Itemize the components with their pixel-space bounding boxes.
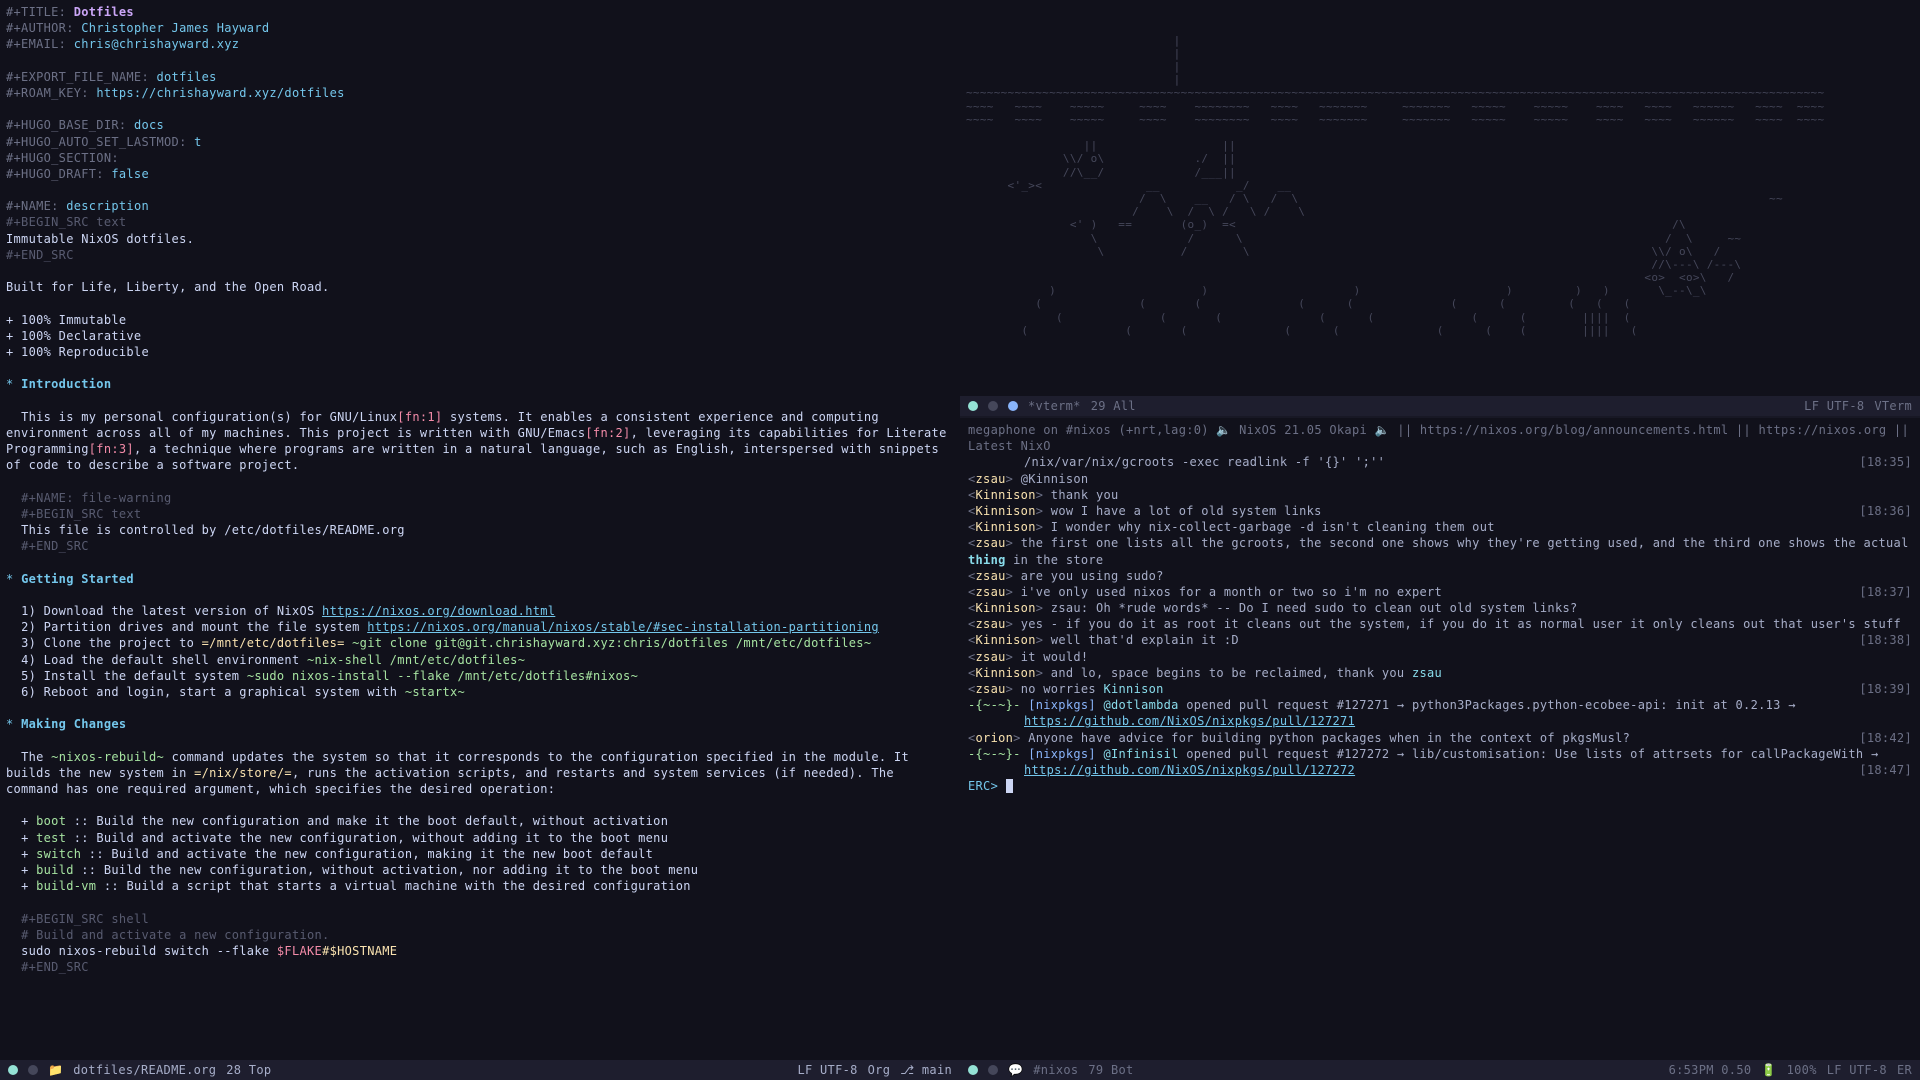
irc-message: <Kinnison> and lo, space begins to be re…: [966, 665, 1914, 681]
major-mode: ER: [1897, 1062, 1912, 1078]
irc-message: <zsau> i've only used nixos for a month …: [966, 584, 1914, 600]
footnote-3[interactable]: [fn:3]: [89, 442, 134, 456]
encoding: LF UTF-8: [797, 1062, 857, 1078]
org-header: #+TITLE: Dotfiles #+AUTHOR: Christopher …: [6, 4, 954, 975]
erc-prompt: ERC>: [968, 779, 998, 793]
modeline-state-icon: [8, 1065, 18, 1075]
erc-prompt-line[interactable]: ERC>: [966, 778, 1914, 794]
footnote-1[interactable]: [fn:1]: [397, 410, 442, 424]
irc-message: <zsau> are you using sudo?: [966, 568, 1914, 584]
irc-topic-cont: /nix/var/nix/gcroots -exec readlink -f '…: [966, 454, 1914, 470]
modeline-state-icon: [968, 1065, 978, 1075]
modeline-modified-icon: [988, 1065, 998, 1075]
irc-message: <Kinnison> zsau: Oh *rude words* -- Do I…: [966, 600, 1914, 616]
link-nixos-download[interactable]: https://nixos.org/download.html: [322, 604, 555, 618]
erc-buffer[interactable]: megaphone on #nixos (+nrt,lag:0) 🔈 NixOS…: [960, 418, 1920, 1060]
clock: 6:53PM 0.50: [1669, 1062, 1752, 1078]
vterm-buffer[interactable]: | | | | ~~~~~~~~~~~~~~~~~~~~~~~~~~~~~~~~…: [960, 0, 1920, 396]
buffer-name: #nixos: [1033, 1062, 1078, 1078]
modeline-erc[interactable]: 💬 #nixos 79 Bot 6:53PM 0.50 🔋 100% LF UT…: [960, 1060, 1920, 1080]
vterm-pane: | | | | ~~~~~~~~~~~~~~~~~~~~~~~~~~~~~~~~…: [960, 0, 1920, 418]
folder-icon: 📁: [48, 1062, 63, 1078]
major-mode: VTerm: [1874, 398, 1912, 414]
irc-message: <Kinnison> well that'd explain it :D[18:…: [966, 632, 1914, 648]
irc-pr-link: https://github.com/NixOS/nixpkgs/pull/12…: [966, 762, 1914, 778]
cursor: [1006, 779, 1014, 793]
buffer-position: 28 Top: [226, 1062, 271, 1078]
lock-icon: [1008, 401, 1018, 411]
link-pr1[interactable]: https://github.com/NixOS/nixpkgs/pull/12…: [1024, 714, 1355, 728]
irc-topic: megaphone on #nixos (+nrt,lag:0) 🔈 NixOS…: [966, 422, 1914, 454]
irc-message: <Kinnison> wow I have a lot of old syste…: [966, 503, 1914, 519]
irc-message: <zsau> yes - if you do it as root it cle…: [966, 616, 1914, 632]
buffer-name: dotfiles/README.org: [73, 1062, 216, 1078]
irc-pr-notice: -{~-~}- [nixpkgs] @Infinisil opened pull…: [966, 746, 1914, 762]
modeline-editor[interactable]: 📁 dotfiles/README.org 28 Top LF UTF-8 Or…: [0, 1060, 960, 1080]
irc-message: <Kinnison> thank you: [966, 487, 1914, 503]
battery-icon: 🔋: [1761, 1062, 1776, 1078]
git-branch: main: [900, 1062, 952, 1078]
heading-making-changes[interactable]: Making Changes: [21, 717, 126, 731]
modeline-modified-icon: [28, 1065, 38, 1075]
irc-message: <zsau> @Kinnison: [966, 471, 1914, 487]
buffer-position: 29 All: [1091, 398, 1136, 414]
irc-pr-notice: -{~-~}- [nixpkgs] @dotlambda opened pull…: [966, 697, 1914, 713]
encoding: LF UTF-8: [1804, 398, 1864, 414]
org-buffer[interactable]: #+TITLE: Dotfiles #+AUTHOR: Christopher …: [0, 0, 960, 1060]
heading-introduction[interactable]: Introduction: [21, 377, 111, 391]
battery-pct: 100%: [1787, 1062, 1817, 1078]
irc-message: <Kinnison> I wonder why nix-collect-garb…: [966, 519, 1914, 535]
heading-getting-started[interactable]: Getting Started: [21, 572, 134, 586]
modeline-modified-icon: [988, 401, 998, 411]
encoding: LF UTF-8: [1827, 1062, 1887, 1078]
irc-message: <zsau> it would!: [966, 649, 1914, 665]
link-nixos-partition[interactable]: https://nixos.org/manual/nixos/stable/#s…: [367, 620, 879, 634]
major-mode: Org: [868, 1062, 891, 1078]
buffer-position: 79 Bot: [1088, 1062, 1133, 1078]
buffer-name: *vterm*: [1028, 398, 1081, 414]
ascii-art: | | | | ~~~~~~~~~~~~~~~~~~~~~~~~~~~~~~~~…: [966, 34, 1914, 337]
link-pr2[interactable]: https://github.com/NixOS/nixpkgs/pull/12…: [1024, 763, 1355, 777]
modeline-state-icon: [968, 401, 978, 411]
editor-pane: #+TITLE: Dotfiles #+AUTHOR: Christopher …: [0, 0, 960, 1080]
modeline-vterm[interactable]: *vterm* 29 All LF UTF-8 VTerm: [960, 396, 1920, 416]
irc-message: <orion> Anyone have advice for building …: [966, 730, 1914, 746]
chat-icon: 💬: [1008, 1062, 1023, 1078]
irc-message: <zsau> no worries Kinnison[18:39]: [966, 681, 1914, 697]
irc-pr-link: https://github.com/NixOS/nixpkgs/pull/12…: [966, 713, 1914, 729]
footnote-2[interactable]: [fn:2]: [585, 426, 630, 440]
irc-message: <zsau> the first one lists all the gcroo…: [966, 535, 1914, 567]
